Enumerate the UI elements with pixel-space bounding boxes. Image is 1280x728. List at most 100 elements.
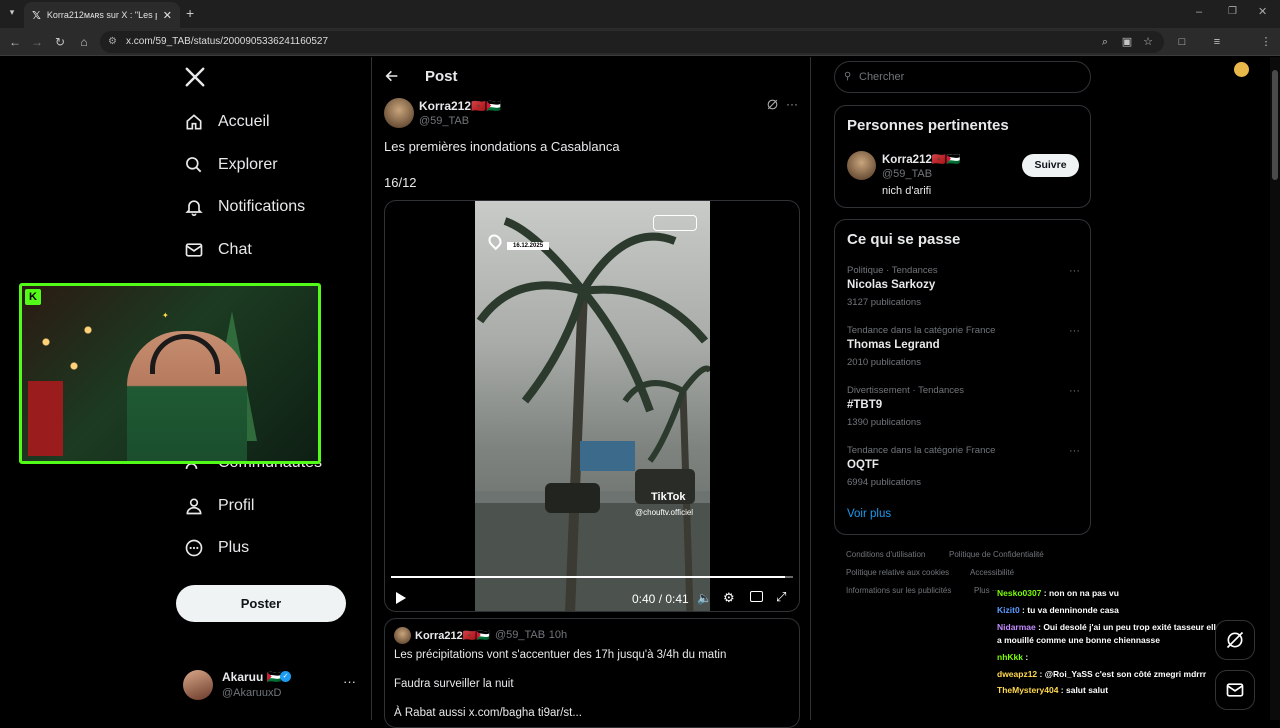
author-handle[interactable]: @59_TAB [419,115,469,127]
nav-item-more[interactable]: Plus [184,530,249,566]
forward-arrow-icon[interactable]: → [28,33,46,51]
restore-button[interactable]: ❐ [1228,6,1242,17]
chat-username[interactable]: TheMystery404 [997,685,1058,695]
chat-message: nhKkk : [997,652,1028,662]
url-text: x.com/59_TAB/status/2000905336241160527 [126,36,329,47]
pip-icon[interactable] [750,591,763,602]
extensions-icon[interactable]: □ [1174,34,1190,50]
trend-name: Nicolas Sarkozy [847,279,936,291]
more-dots-icon[interactable]: ··· [1069,445,1080,457]
cast-icon[interactable]: ▣ [1119,34,1135,50]
quote-line: À Rabat aussi x.com/bagha ti9ar/st... [394,707,582,719]
more-dots-icon[interactable]: ··· [1069,265,1080,277]
nav-label: Chat [218,241,252,258]
new-tab-button[interactable]: + [186,5,200,21]
tab-search-icon[interactable]: ▾ [6,7,18,21]
messages-floating-button[interactable] [1215,670,1255,710]
nav-item-notifications[interactable]: Notifications [184,189,305,225]
trend-count: 6994 publications [847,477,921,488]
nav-item-home[interactable]: Accueil [184,104,270,140]
close-window-button[interactable]: ✕ [1258,5,1272,18]
trend-category: Divertissement · Tendances [847,385,965,396]
grok-icon[interactable] [766,98,780,112]
more-dots-icon[interactable]: ··· [343,674,356,689]
chat-message: a mouillé comme une bonne chiennasse [997,635,1160,645]
tiktok-user: @chouftv.officiel [635,508,694,517]
more-dots-icon[interactable]: ··· [1069,385,1080,397]
post-button[interactable]: Poster [176,585,346,622]
chat-username[interactable]: Kizit0 [997,605,1020,615]
trend-item[interactable]: Divertissement · Tendances #TBT9 1390 pu… [847,385,1080,428]
relevant-name[interactable]: Korra212🇲🇦🇵🇸 [882,152,961,166]
follow-button[interactable]: Suivre [1022,154,1079,177]
post-date-line: 16/12 [384,175,417,190]
trend-name: OQTF [847,459,879,471]
grok-floating-button[interactable] [1215,620,1255,660]
trend-count: 1390 publications [847,417,921,428]
zoom-icon[interactable]: ⌕ [1097,34,1113,50]
more-dots-icon[interactable]: ··· [1069,325,1080,337]
footer-link[interactable]: Conditions d'utilisation [846,550,925,559]
fullscreen-icon[interactable]: ⤢ [776,589,786,605]
relevant-handle[interactable]: @59_TAB [882,168,932,180]
chat-message: Kizit0 : tu va denninonde casa [997,605,1119,615]
author-name[interactable]: Korra212🇲🇦🇵🇸 [419,99,501,113]
reload-icon[interactable]: ↻ [51,33,69,51]
minimize-button[interactable]: – [1196,6,1210,18]
nav-label: Notifications [218,198,306,215]
nav-item-explore[interactable]: Explorer [184,147,278,183]
trend-item[interactable]: Politique · Tendances Nicolas Sarkozy 31… [847,265,1080,308]
person-icon [184,496,204,516]
post-video[interactable]: 16.12.2025 TikTok @chouftv.officiel 0:40… [384,200,800,612]
nav-item-profile[interactable]: Profil [184,488,254,524]
browser-tab[interactable]: 𝕏 Korra212ᴍᴀʀs sur X : "Les premi ✕ [24,2,180,28]
account-switcher[interactable]: Akaruu 🇵🇸 ✓ @AkaruuxD ··· [183,670,359,702]
bookmark-star-icon[interactable]: ☆ [1140,34,1156,50]
chat-username[interactable]: dweapz12 [997,669,1037,679]
x-home-logo-icon[interactable] [184,66,208,90]
quoted-post[interactable]: Korra212🇲🇦🇵🇸 @59_TAB · 10h Les précipita… [384,618,800,728]
back-arrow-icon[interactable] [384,68,402,86]
url-field[interactable]: ⚙ x.com/59_TAB/status/200090533624116052… [100,31,1164,53]
chat-text: : salut salut [1060,685,1109,695]
footer-link[interactable]: Informations sur les publicités [846,586,951,595]
nav-label: Profil [218,497,255,514]
avatar[interactable] [847,151,876,180]
x-logo-icon: 𝕏 [32,9,41,22]
scrollbar-thumb[interactable] [1272,70,1278,180]
volume-icon[interactable]: 🔈 [697,591,712,605]
media-controls-icon[interactable]: ≡ [1209,34,1225,50]
date-stamp: 16.12.2025 [507,242,550,250]
search-input[interactable]: ⚲ Chercher [834,61,1091,93]
chat-username[interactable]: Nidarmae [997,622,1036,632]
chat-message: dweapz12 : @Roi_YaSS c'est son côté zmeg… [997,669,1206,679]
home-browser-icon[interactable]: ⌂ [75,33,93,51]
chat-message: Nidarmae : Oui desolé j'ai un peu trop e… [997,622,1221,632]
see-more-link[interactable]: Voir plus [847,508,891,520]
trend-item[interactable]: Tendance dans la catégorie France OQTF 6… [847,445,1080,488]
profile-avatar[interactable] [1234,62,1249,77]
chat-text: : non on na pas vu [1043,588,1119,598]
site-info-icon[interactable]: ⚙ [108,31,117,53]
more-dots-icon[interactable]: ··· [786,97,798,111]
close-tab-icon[interactable]: ✕ [163,9,172,22]
chat-username[interactable]: Nesko0307 [997,588,1041,598]
footer-link[interactable]: Accessibilité [970,568,1014,577]
back-arrow-icon[interactable]: ← [6,33,24,51]
nav-item-chat[interactable]: Chat [184,232,252,268]
relevant-bio: nich d'arifi [882,185,932,197]
trend-count: 3127 publications [847,297,921,308]
account-handle: @AkaruuxD [222,687,282,699]
footer-link[interactable]: Politique relative aux cookies [846,568,949,577]
page-title: Post [425,68,458,85]
footer-link[interactable]: Plus ··· [974,586,1000,595]
browser-menu-icon[interactable]: ⋮ [1258,34,1274,50]
chat-username[interactable]: nhKkk [997,652,1023,662]
trend-item[interactable]: Tendance dans la catégorie France Thomas… [847,325,1080,368]
chat-text: a mouillé comme une bonne chiennasse [997,635,1160,645]
play-icon[interactable] [395,591,409,605]
neon-sign: ✦ [162,311,169,320]
footer-link[interactable]: Politique de Confidentialité [949,550,1044,559]
settings-gear-icon[interactable]: ⚙ [723,590,735,606]
author-avatar[interactable] [384,98,414,128]
